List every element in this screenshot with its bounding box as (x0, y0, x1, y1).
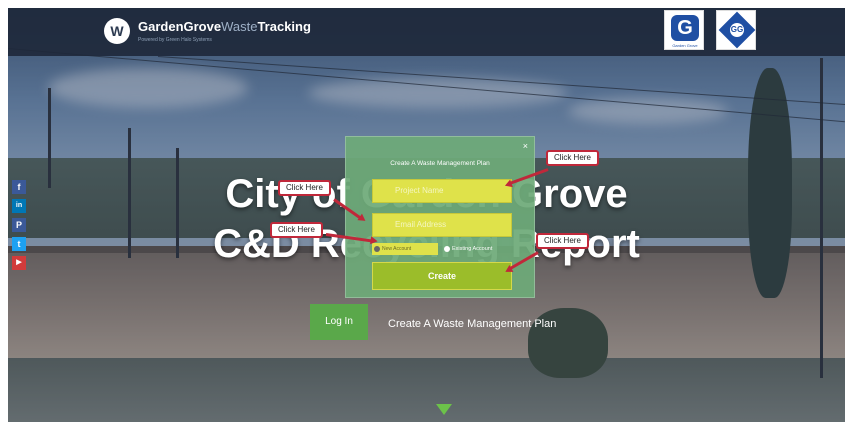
top-header: W GardenGroveWasteTracking Powered by Gr… (8, 8, 845, 56)
account-type-radio-group: New Account Existing Account (372, 243, 522, 255)
create-button[interactable]: Create (372, 262, 512, 290)
email-field[interactable]: Email Address (372, 213, 512, 237)
g-logo-caption: Garden Grove (672, 43, 698, 48)
create-plan-link[interactable]: Create A Waste Management Plan (388, 318, 556, 330)
existing-account-radio[interactable]: Existing Account (444, 243, 492, 255)
callout-click-here: Click Here (278, 180, 331, 196)
brand-name[interactable]: GardenGroveWasteTracking (138, 19, 311, 34)
login-button[interactable]: Log In (310, 304, 368, 340)
city-seal-logo[interactable]: GG (716, 10, 756, 50)
callout-click-here: Click Here (536, 233, 589, 249)
modal-title: Create A Waste Management Plan (390, 160, 490, 167)
close-icon[interactable]: × (523, 141, 528, 151)
seal-center-icon: GG (730, 23, 744, 37)
callout-click-here: Click Here (270, 222, 323, 238)
garden-grove-logo[interactable]: G Garden Grove (664, 10, 704, 50)
brand-tagline: Powered by Green Halo Systems (138, 37, 212, 43)
brand-secondary: Waste (221, 19, 258, 34)
scroll-down-icon[interactable] (436, 404, 452, 415)
brand-logo[interactable]: W (104, 18, 130, 44)
brand-tertiary: Tracking (257, 19, 311, 34)
project-name-field[interactable]: Project Name (372, 179, 512, 203)
new-account-radio[interactable]: New Account (372, 243, 438, 255)
callout-click-here: Click Here (546, 150, 599, 166)
page-frame: W GardenGroveWasteTracking Powered by Gr… (8, 8, 845, 422)
brand-primary: GardenGrove (138, 19, 222, 34)
g-logo-icon: G (671, 15, 699, 41)
